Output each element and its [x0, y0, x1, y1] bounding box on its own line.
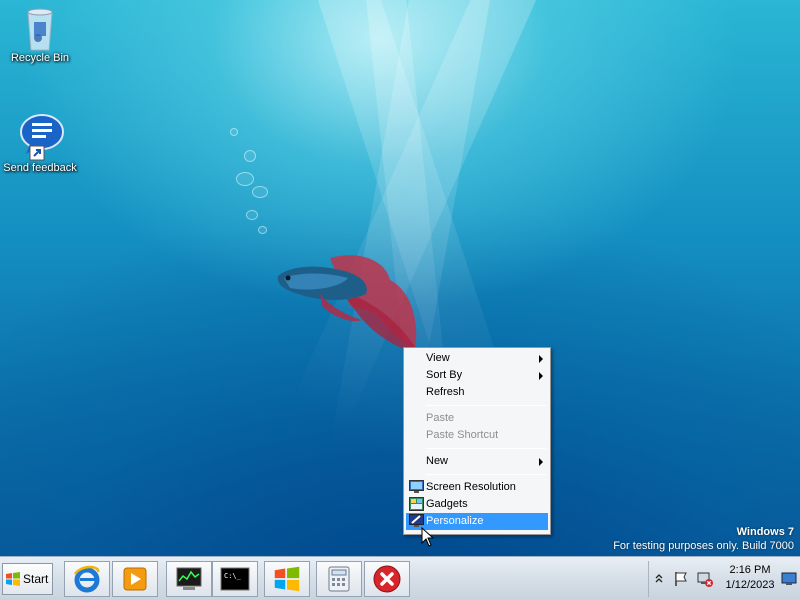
- menu-item-paste-shortcut: Paste Shortcut: [406, 427, 548, 444]
- show-hidden-icons-chevron-icon[interactable]: [655, 573, 663, 586]
- submenu-arrow-icon: [539, 372, 543, 380]
- menu-item-view[interactable]: View: [406, 350, 548, 367]
- mouse-cursor-icon: [421, 527, 435, 547]
- svg-text:C:\_: C:\_: [224, 572, 242, 580]
- menu-item-label: Refresh: [426, 386, 465, 398]
- menu-item-new[interactable]: New: [406, 453, 548, 470]
- show-desktop-icon[interactable]: [781, 571, 797, 590]
- gadgets-icon: [409, 497, 424, 511]
- bubble: [244, 150, 256, 162]
- build-watermark: Windows 7 For testing purposes only. Bui…: [613, 526, 794, 552]
- bubble: [252, 186, 268, 198]
- desktop-icon-recycle-bin[interactable]: Recycle Bin: [0, 2, 80, 64]
- submenu-arrow-icon: [539, 458, 543, 466]
- menu-item-label: Sort By: [426, 369, 463, 381]
- stop-icon: [373, 565, 401, 593]
- desktop-background[interactable]: Recycle Bin Send feedback Windows 7 For …: [0, 0, 800, 556]
- menu-item-label: Paste Shortcut: [426, 429, 499, 441]
- menu-item-label: View: [426, 352, 450, 364]
- calculator-icon: [328, 566, 350, 592]
- menu-item-gadgets[interactable]: Gadgets: [406, 496, 548, 513]
- menu-item-label: Paste: [426, 412, 455, 424]
- clock-date: 1/12/2023: [725, 579, 775, 591]
- menu-item-label: Gadgets: [426, 498, 468, 510]
- taskbar-command-prompt[interactable]: C:\_: [212, 561, 258, 597]
- desktop-context-menu: View Sort By Refresh Paste Paste Shortcu…: [403, 347, 551, 535]
- menu-item-sort-by[interactable]: Sort By: [406, 367, 548, 384]
- windows-logo-icon: [274, 566, 300, 592]
- start-button-label: Start: [23, 572, 49, 586]
- taskbar: Start C:\_ 2:16 PM 1/12/2023: [0, 556, 800, 600]
- monitor-icon: [409, 480, 424, 494]
- system-tray: 2:16 PM 1/12/2023: [648, 561, 798, 597]
- desktop-icon-label: Send feedback: [3, 162, 77, 174]
- taskbar-calculator[interactable]: [316, 561, 362, 597]
- taskbar-windows[interactable]: [264, 561, 310, 597]
- taskbar-task-manager[interactable]: [166, 561, 212, 597]
- taskbar-clock[interactable]: 2:16 PM 1/12/2023: [719, 563, 781, 593]
- taskbar-internet-explorer[interactable]: [64, 561, 110, 597]
- start-button[interactable]: Start: [2, 563, 53, 595]
- bubble: [230, 128, 238, 136]
- clock-time: 2:16 PM: [729, 564, 771, 576]
- action-center-flag-icon[interactable]: [673, 571, 689, 590]
- desktop-icon-send-feedback[interactable]: Send feedback: [0, 112, 80, 174]
- menu-item-refresh[interactable]: Refresh: [406, 384, 548, 401]
- menu-separator: [426, 474, 546, 475]
- network-disconnected-icon[interactable]: [697, 571, 713, 590]
- task-manager-icon: [176, 567, 202, 590]
- taskbar-media-player[interactable]: [112, 561, 158, 597]
- submenu-arrow-icon: [539, 355, 543, 363]
- bubble: [246, 210, 258, 220]
- bubble: [258, 226, 267, 234]
- menu-item-label: Screen Resolution: [426, 481, 516, 493]
- watermark-title: Windows 7: [736, 526, 794, 538]
- menu-item-label: Personalize: [426, 515, 484, 527]
- windows-logo-icon: [6, 572, 20, 586]
- menu-item-screen-resolution[interactable]: Screen Resolution: [406, 479, 548, 496]
- bubble: [236, 172, 254, 186]
- personalize-icon: [409, 514, 424, 528]
- betta-fish-illustration: [277, 255, 420, 355]
- menu-separator: [426, 405, 546, 406]
- menu-item-paste: Paste: [406, 410, 548, 427]
- taskbar-stop-app[interactable]: [364, 561, 410, 597]
- menu-separator: [426, 448, 546, 449]
- media-player-icon: [123, 567, 147, 591]
- recycle-bin-icon: [16, 2, 64, 51]
- internet-explorer-icon: [73, 565, 100, 593]
- feedback-speech-bubble-icon: [16, 112, 64, 161]
- watermark-subtitle: For testing purposes only. Build 7000: [613, 540, 794, 552]
- command-prompt-icon: C:\_: [220, 567, 250, 591]
- menu-item-label: New: [426, 455, 449, 467]
